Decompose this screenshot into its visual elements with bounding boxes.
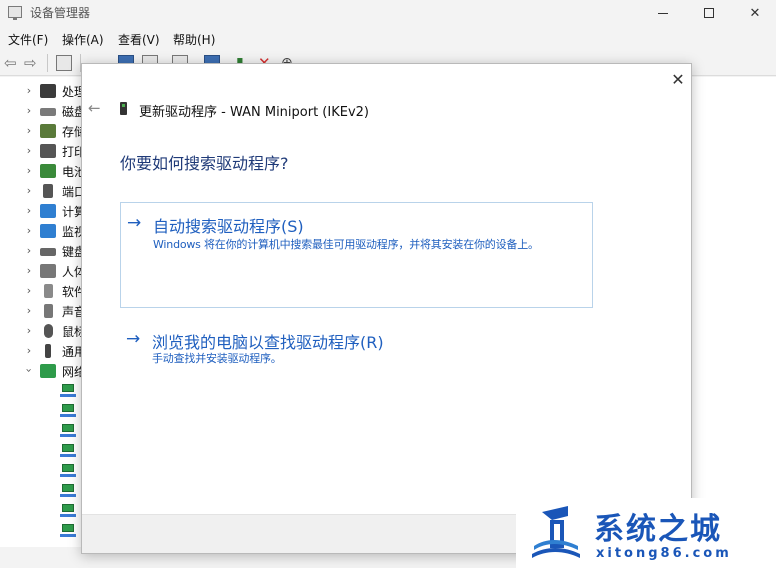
minimize-icon <box>658 12 668 14</box>
usb-icon <box>45 344 51 358</box>
chevron-right-icon[interactable]: › <box>24 284 34 297</box>
human-interface-icon <box>40 264 56 278</box>
processor-icon <box>40 84 56 98</box>
chevron-right-icon[interactable]: › <box>24 344 34 357</box>
tree-category[interactable]: › 计算 <box>0 201 90 221</box>
chevron-right-icon[interactable]: › <box>24 184 34 197</box>
tree-category[interactable]: › 端口 <box>0 181 90 201</box>
storage-controller-icon <box>40 124 56 138</box>
dialog-close-button[interactable]: ✕ <box>668 70 688 90</box>
update-driver-dialog: ✕ ← 更新驱动程序 - WAN Miniport (IKEv2) 你要如何搜索… <box>81 63 692 554</box>
browse-computer-option[interactable]: → 浏览我的电脑以查找驱动程序(R) 手动查找并安装驱动程序。 <box>120 327 593 377</box>
chevron-right-icon[interactable]: › <box>24 304 34 317</box>
network-driver-icon <box>120 102 127 115</box>
port-icon <box>43 184 53 198</box>
network-adapter-icon[interactable] <box>60 444 76 458</box>
tree-category[interactable]: › 处理 <box>0 81 90 101</box>
device-manager-icon <box>8 6 22 20</box>
tree-category[interactable]: › 人体 <box>0 261 90 281</box>
chevron-right-icon[interactable]: › <box>24 204 34 217</box>
tree-category-expanded[interactable]: › 网络 <box>0 361 90 381</box>
option-description: Windows 将在你的计算机中搜索最佳可用驱动程序，并将其安装在你的设备上。 <box>153 238 539 251</box>
network-adapter-icon[interactable] <box>60 424 76 438</box>
dialog-title: 更新驱动程序 - WAN Miniport (IKEv2) <box>139 105 369 120</box>
maximize-icon <box>704 8 714 18</box>
printer-icon <box>40 144 56 158</box>
menu-bar: 文件(F) 操作(A) 查看(V) 帮助(H) <box>0 28 776 50</box>
tree-category[interactable]: › 声音 <box>0 301 90 321</box>
back-arrow-icon[interactable]: ⇦ <box>4 55 20 71</box>
chevron-right-icon[interactable]: › <box>24 124 34 137</box>
option-description: 手动查找并安装驱动程序。 <box>152 352 282 365</box>
chevron-down-icon[interactable]: › <box>23 366 36 376</box>
menu-action[interactable]: 操作(A) <box>62 31 104 48</box>
dialog-heading: 你要如何搜索驱动程序? <box>120 154 289 173</box>
network-adapter-icon[interactable] <box>60 464 76 478</box>
watermark: 系统之城 xitong86.com <box>516 498 776 568</box>
window-close-button[interactable]: ✕ <box>732 0 776 26</box>
properties-icon[interactable] <box>56 55 72 71</box>
network-adapter-icon[interactable] <box>60 504 76 518</box>
tree-category[interactable]: › 存储 <box>0 121 90 141</box>
monitor-icon <box>40 224 56 238</box>
chevron-right-icon[interactable]: › <box>24 324 34 337</box>
battery-icon <box>40 164 56 178</box>
minimize-button[interactable] <box>640 0 686 26</box>
chevron-right-icon[interactable]: › <box>24 264 34 277</box>
option-title: 自动搜索驱动程序(S) <box>153 217 304 236</box>
search-automatically-option[interactable]: → 自动搜索驱动程序(S) Windows 将在你的计算机中搜索最佳可用驱动程序… <box>120 202 593 308</box>
chevron-right-icon[interactable]: › <box>24 84 34 97</box>
network-adapter-icon[interactable] <box>60 484 76 498</box>
close-icon: ✕ <box>749 5 761 21</box>
software-device-icon <box>44 284 53 298</box>
watermark-name: 系统之城 <box>594 512 722 547</box>
tree-category[interactable]: › 电池 <box>0 161 90 181</box>
disk-drive-icon <box>40 108 56 116</box>
forward-arrow-icon[interactable]: ⇨ <box>24 55 40 71</box>
computer-icon <box>40 204 56 218</box>
arrow-right-icon: → <box>126 329 141 349</box>
tree-category[interactable]: › 监视 <box>0 221 90 241</box>
network-adapter-icon <box>40 364 56 378</box>
arrow-right-icon: → <box>127 213 142 233</box>
watermark-url: xitong86.com <box>596 546 732 561</box>
chevron-right-icon[interactable]: › <box>24 224 34 237</box>
toolbar-separator <box>47 54 48 72</box>
tree-category[interactable]: › 打印 <box>0 141 90 161</box>
network-adapter-icon[interactable] <box>60 524 76 538</box>
back-arrow-icon[interactable]: ← <box>88 100 104 116</box>
chevron-right-icon[interactable]: › <box>24 164 34 177</box>
network-adapter-icon[interactable] <box>60 384 76 398</box>
tree-category[interactable]: › 磁盘 <box>0 101 90 121</box>
chevron-right-icon[interactable]: › <box>24 104 34 117</box>
tree-category[interactable]: › 键盘 <box>0 241 90 261</box>
chevron-right-icon[interactable]: › <box>24 244 34 257</box>
menu-help[interactable]: 帮助(H) <box>173 31 215 48</box>
keyboard-icon <box>40 248 56 256</box>
mouse-icon <box>44 324 53 338</box>
maximize-button[interactable] <box>686 0 732 26</box>
menu-file[interactable]: 文件(F) <box>8 31 48 48</box>
tree-category[interactable]: › 软件 <box>0 281 90 301</box>
window-title: 设备管理器 <box>30 6 91 20</box>
city-logo-icon <box>532 506 580 558</box>
tree-category[interactable]: › 通用 <box>0 341 90 361</box>
title-bar: 设备管理器 ✕ <box>0 0 776 26</box>
sound-icon <box>44 304 53 318</box>
menu-view[interactable]: 查看(V) <box>118 31 160 48</box>
network-adapter-icon[interactable] <box>60 404 76 418</box>
chevron-right-icon[interactable]: › <box>24 144 34 157</box>
tree-category[interactable]: › 鼠标 <box>0 321 90 341</box>
